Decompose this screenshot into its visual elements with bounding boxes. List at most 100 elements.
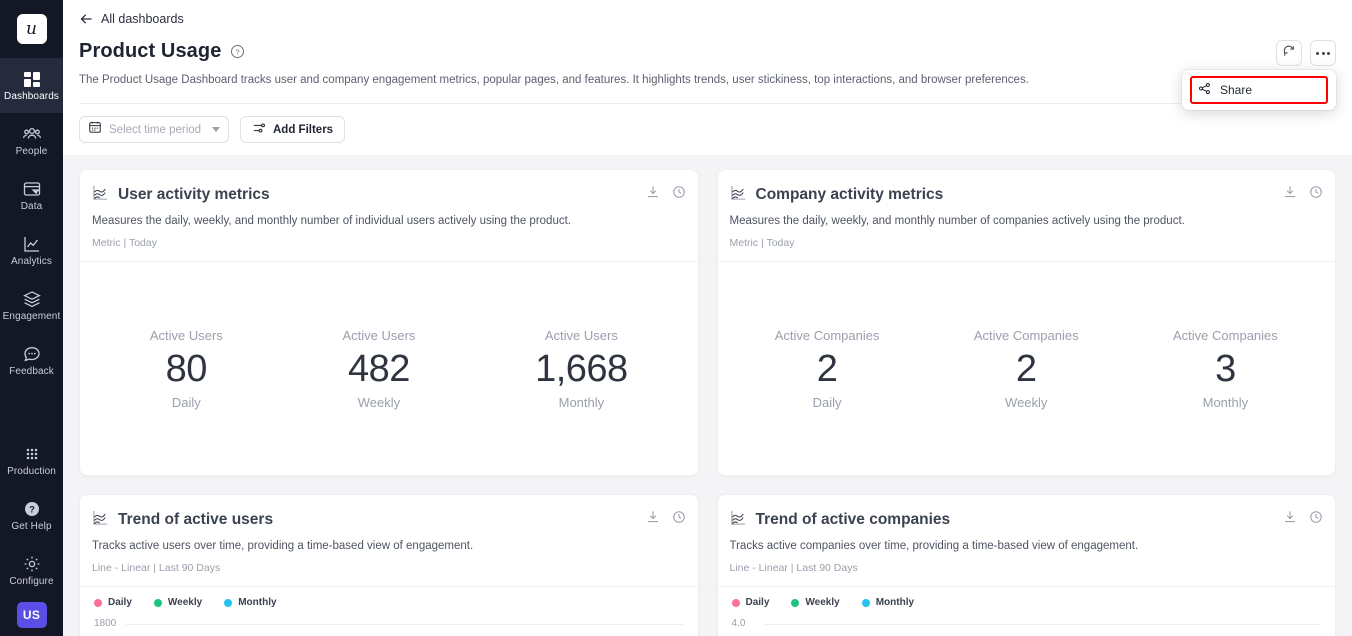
kpi-sublabel: Daily	[812, 394, 842, 410]
card-meta: Line - Linear | Last 90 Days	[729, 562, 858, 574]
page-header: All dashboards Product Usage ? The Produ…	[63, 0, 1352, 110]
sidebar-item-configure[interactable]: Configure	[0, 543, 63, 598]
download-icon[interactable]	[1283, 510, 1297, 524]
clock-icon[interactable]	[1309, 510, 1323, 524]
kpi-value: 2	[816, 347, 838, 390]
sidebar-item-data[interactable]: Data	[0, 168, 63, 223]
kpi-monthly: Active Users 1,668 Monthly	[535, 328, 628, 410]
legend-dot-daily	[94, 598, 102, 607]
chart-legend: Daily Weekly Monthly	[80, 587, 698, 608]
legend-label: Weekly	[167, 597, 203, 608]
menu-item-share-label: Share	[1220, 83, 1253, 97]
dashboard-grid: User activity metrics Measures the daily…	[63, 155, 1352, 636]
legend-label: Monthly	[875, 597, 915, 608]
legend-label: Daily	[108, 597, 132, 608]
sidebar-item-analytics[interactable]: Analytics	[0, 223, 63, 278]
filters-toolbar: Select time period Add Filters	[63, 104, 1352, 155]
kpi-daily: Active Companies 2 Daily	[775, 328, 880, 410]
legend-item-daily[interactable]: Daily	[731, 597, 770, 608]
line-chart-plot-users: 1800	[80, 618, 698, 636]
share-dropdown-menu: Share	[1182, 70, 1336, 110]
gear-icon	[22, 554, 42, 574]
download-icon[interactable]	[646, 510, 660, 524]
card-title-row: Trend of active users	[92, 509, 684, 531]
app-logo[interactable]: u	[16, 14, 47, 44]
kpi-sublabel: Weekly	[357, 394, 401, 410]
legend-item-monthly[interactable]: Monthly	[224, 597, 277, 608]
kpi-row: Active Companies 2 Daily Active Companie…	[718, 262, 1336, 475]
legend-item-weekly[interactable]: Weekly	[153, 597, 203, 608]
card-trend-of-active-users: Trend of active users Tracks active user…	[79, 494, 699, 636]
download-icon[interactable]	[646, 185, 660, 199]
calendar-icon	[88, 120, 102, 139]
data-window-icon	[22, 179, 42, 199]
card-body: Daily Weekly Monthly 1800	[80, 587, 698, 636]
time-period-select[interactable]: Select time period	[79, 116, 229, 143]
sidebar-item-label: Engagement	[2, 311, 61, 322]
legend-dot-monthly	[224, 598, 233, 607]
chart-curve-monthly	[126, 626, 688, 636]
breadcrumb-label: All dashboards	[101, 12, 184, 26]
legend-item-monthly[interactable]: Monthly	[861, 597, 915, 608]
legend-dot-daily	[731, 598, 740, 607]
card-title-row: Company activity metrics	[730, 184, 1322, 206]
chart-gridline	[126, 624, 684, 625]
legend-dot-weekly	[153, 598, 162, 607]
help-circle-icon[interactable]: ?	[230, 44, 245, 59]
sidebar-item-engagement[interactable]: Engagement	[0, 278, 63, 333]
card-trend-of-active-companies: Trend of active companies Tracks active …	[716, 494, 1336, 636]
line-chart-icon	[92, 184, 109, 206]
legend-item-daily[interactable]: Daily	[94, 597, 132, 608]
add-filters-label: Add Filters	[273, 123, 334, 136]
legend-label: Daily	[745, 597, 770, 608]
page-description: The Product Usage Dashboard tracks user …	[79, 74, 1029, 86]
more-options-button[interactable]	[1310, 40, 1336, 66]
kpi-label: Active Users	[544, 327, 618, 343]
analytics-icon	[22, 234, 42, 254]
kpi-weekly: Active Companies 2 Weekly	[974, 328, 1079, 410]
line-chart-icon	[730, 184, 747, 206]
kpi-row: Active Users 80 Daily Active Users 482 W…	[80, 262, 698, 475]
clock-icon[interactable]	[672, 185, 686, 199]
line-chart-icon	[730, 509, 747, 531]
clock-icon[interactable]	[1309, 185, 1323, 199]
card-title-row: User activity metrics	[92, 184, 684, 206]
sidebar-item-feedback[interactable]: Feedback	[0, 333, 63, 388]
kpi-label: Active Users	[149, 327, 223, 343]
card-header-actions	[646, 510, 686, 524]
avatar[interactable]: US	[16, 602, 47, 628]
kpi-weekly: Active Users 482 Weekly	[342, 328, 415, 410]
download-icon[interactable]	[1283, 185, 1297, 199]
layers-icon	[22, 289, 42, 309]
sidebar-item-production[interactable]: Production	[0, 433, 63, 488]
chart-gridline	[763, 624, 1321, 625]
card-header: User activity metrics Measures the daily…	[80, 170, 698, 261]
card-title: Trend of active users	[118, 511, 274, 528]
apps-grid-icon	[22, 444, 42, 464]
sidebar-item-people[interactable]: People	[0, 113, 63, 168]
main-content: All dashboards Product Usage ? The Produ…	[63, 0, 1352, 636]
refresh-button[interactable]	[1276, 40, 1302, 66]
svg-text:?: ?	[29, 505, 35, 515]
card-body: Daily Weekly Monthly 4.0	[718, 587, 1336, 636]
kpi-value: 3	[1215, 347, 1236, 390]
add-filters-button[interactable]: Add Filters	[240, 116, 346, 143]
app-logo-letter: u	[26, 19, 37, 39]
line-chart-icon	[92, 509, 109, 531]
card-company-activity-metrics: Company activity metrics Measures the da…	[716, 169, 1336, 476]
card-title-row: Trend of active companies	[730, 509, 1322, 531]
clock-icon[interactable]	[672, 510, 686, 524]
page-title: Product Usage	[79, 40, 222, 62]
sidebar-item-dashboards[interactable]: Dashboards	[0, 58, 63, 113]
kpi-label: Active Companies	[973, 327, 1079, 343]
menu-item-share[interactable]: Share	[1190, 76, 1328, 104]
grid-squares-icon	[22, 69, 42, 89]
more-options-icon	[1316, 51, 1330, 55]
primary-sidebar: u Dashboards People Data Analytics Engag…	[0, 0, 63, 636]
card-header-actions	[1283, 510, 1323, 524]
sidebar-item-get-help[interactable]: ? Get Help	[0, 488, 63, 543]
legend-item-weekly[interactable]: Weekly	[791, 597, 840, 608]
breadcrumb[interactable]: All dashboards	[79, 12, 184, 26]
card-description: Tracks active users over time, providing…	[92, 540, 474, 552]
refresh-icon	[1282, 44, 1296, 63]
